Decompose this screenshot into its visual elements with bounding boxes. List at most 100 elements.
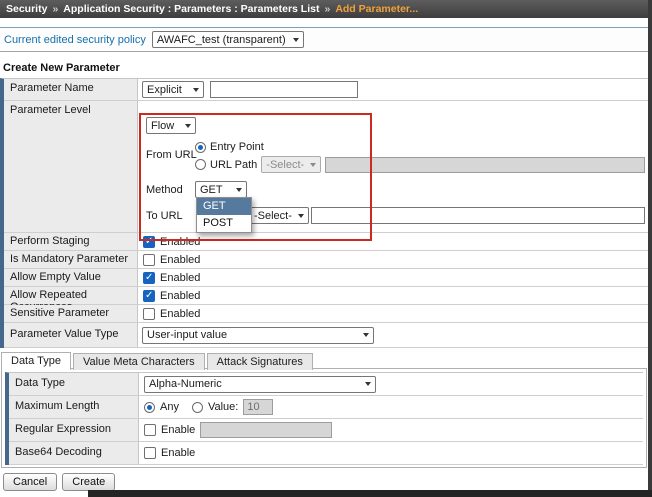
allow-repeated-occurrences-checkbox[interactable] — [143, 289, 155, 302]
perform-staging-label: Perform Staging — [4, 233, 138, 250]
to-url-input[interactable] — [311, 207, 645, 224]
maximum-length-value-radio[interactable] — [191, 401, 203, 413]
maximum-length-label: Maximum Length — [9, 396, 139, 418]
regular-expression-checkbox[interactable] — [144, 424, 156, 436]
data-type-select[interactable]: Alpha-Numeric — [144, 375, 376, 393]
tab-data-type[interactable]: Data Type — [1, 352, 71, 370]
page-title: Create New Parameter — [3, 62, 120, 74]
parameter-level-row: Parameter Level Flow From URL Entry Poin… — [4, 101, 648, 233]
parameter-value-type-select[interactable]: User-input value — [142, 326, 374, 344]
allow-empty-value-label: Allow Empty Value — [4, 269, 138, 286]
footer-actions: Cancel Create — [3, 473, 116, 491]
from-url-label: From URL — [146, 149, 197, 161]
entry-point-option: Entry Point — [195, 141, 264, 153]
data-type-panel: Data Type Alpha-Numeric Maximum Length A… — [1, 368, 647, 468]
checkbox-label: Enabled — [160, 271, 201, 284]
maximum-length-value-input — [243, 399, 274, 415]
app-window: Security » Application Security : Parame… — [0, 0, 652, 497]
base64-decoding-label: Base64 Decoding — [9, 442, 139, 464]
breadcrumb-path[interactable]: Application Security : Parameters : Para… — [63, 3, 319, 15]
checkbox-label: Enable — [161, 424, 196, 436]
policy-bar: Current edited security policy AWAFC_tes… — [0, 27, 648, 52]
parameter-name-type-select[interactable]: Explicit — [142, 81, 204, 98]
maximum-length-any-label: Any — [160, 401, 179, 413]
data-type-label: Data Type — [9, 373, 139, 395]
parameter-level-label: Parameter Level — [4, 101, 138, 232]
breadcrumb: Security » Application Security : Parame… — [0, 0, 652, 18]
method-option-get[interactable]: GET — [197, 198, 251, 215]
breadcrumb-separator: » — [52, 3, 59, 15]
panel-tabs: Data Type Value Meta Characters Attack S… — [1, 352, 315, 370]
chevron-down-icon — [363, 333, 369, 337]
sensitive-parameter-checkbox[interactable] — [143, 307, 155, 320]
method-label: Method — [146, 184, 183, 196]
maximum-length-value-label: Value: — [207, 401, 239, 413]
method-option-post[interactable]: POST — [197, 215, 251, 232]
policy-select-value: AWAFC_test (transparent) — [156, 33, 286, 46]
checkbox-label: Enabled — [160, 235, 201, 248]
parameter-level-value: Flow — [151, 119, 175, 132]
method-select[interactable]: GET — [195, 181, 247, 198]
chevron-down-icon — [185, 123, 191, 128]
is-mandatory-parameter-row: Is Mandatory Parameter Enabled — [4, 251, 648, 269]
chevron-down-icon — [297, 213, 304, 218]
entry-point-radio[interactable] — [195, 141, 206, 153]
allow-empty-value-row: Allow Empty Value Enabled — [4, 269, 648, 287]
tab-attack-signatures[interactable]: Attack Signatures — [206, 353, 313, 370]
data-type-row: Data Type Alpha-Numeric — [9, 373, 643, 396]
base64-decoding-checkbox[interactable] — [144, 447, 156, 459]
window-right-edge — [648, 0, 652, 497]
window-bottom-edge — [88, 490, 652, 497]
url-path-select: -Select- — [261, 156, 322, 173]
url-path-radio[interactable] — [195, 159, 206, 170]
checkbox-label: Enabled — [160, 307, 201, 320]
parameter-value-type-row: Parameter Value Type User-input value — [4, 323, 648, 348]
to-url-select[interactable]: -Select- — [249, 207, 309, 224]
method-select-value: GET — [200, 183, 223, 196]
to-url-label: To URL — [146, 210, 183, 222]
tab-value-meta-characters[interactable]: Value Meta Characters — [72, 353, 205, 370]
chevron-down-icon — [193, 87, 199, 92]
chevron-down-icon — [292, 37, 299, 42]
parameter-name-label: Parameter Name — [4, 79, 138, 100]
parameter-name-input[interactable] — [210, 81, 358, 98]
url-path-radio-label: URL Path — [210, 158, 258, 171]
regular-expression-label: Regular Expression — [9, 419, 139, 441]
parameter-value-type-label: Parameter Value Type — [4, 323, 138, 347]
url-path-option: URL Path -Select- — [195, 156, 645, 173]
maximum-length-row: Maximum Length Any Value: — [9, 396, 643, 419]
entry-point-radio-label: Entry Point — [210, 141, 264, 153]
is-mandatory-checkbox[interactable] — [143, 253, 155, 266]
perform-staging-checkbox[interactable] — [143, 235, 155, 248]
breadcrumb-section[interactable]: Security — [6, 3, 47, 15]
checkbox-label: Enabled — [160, 289, 201, 302]
url-path-input — [325, 156, 645, 173]
data-type-select-value: Alpha-Numeric — [149, 378, 222, 390]
allow-repeated-occurrences-label: Allow Repeated Occurrences — [4, 287, 138, 313]
regular-expression-row: Regular Expression Enable — [9, 419, 643, 442]
sensitive-parameter-row: Sensitive Parameter Enabled — [4, 305, 648, 323]
chevron-down-icon — [310, 162, 317, 167]
chevron-down-icon — [236, 187, 242, 192]
method-dropdown-popup: GET POST — [196, 197, 252, 233]
perform-staging-row: Perform Staging Enabled — [4, 233, 648, 251]
base64-decoding-row: Base64 Decoding Enable — [9, 442, 643, 465]
maximum-length-any-radio[interactable] — [144, 401, 155, 413]
breadcrumb-separator: » — [324, 3, 331, 15]
parameter-value-type-value: User-input value — [147, 329, 228, 341]
create-button[interactable]: Create — [62, 473, 116, 491]
is-mandatory-parameter-label: Is Mandatory Parameter — [4, 251, 138, 268]
breadcrumb-current-page: Add Parameter... — [335, 3, 419, 15]
parameter-name-row: Parameter Name Explicit — [4, 79, 648, 101]
checkbox-label: Enabled — [160, 253, 201, 266]
to-url-select-value: -Select- — [254, 209, 292, 222]
cancel-button[interactable]: Cancel — [3, 473, 58, 491]
chevron-down-icon — [365, 382, 371, 386]
policy-label: Current edited security policy — [4, 33, 146, 46]
parameter-level-select[interactable]: Flow — [146, 117, 196, 134]
regular-expression-input — [200, 422, 333, 438]
url-path-select-value: -Select- — [266, 158, 305, 171]
allow-empty-value-checkbox[interactable] — [143, 271, 155, 284]
policy-select[interactable]: AWAFC_test (transparent) — [151, 31, 304, 48]
sensitive-parameter-label: Sensitive Parameter — [4, 305, 138, 322]
